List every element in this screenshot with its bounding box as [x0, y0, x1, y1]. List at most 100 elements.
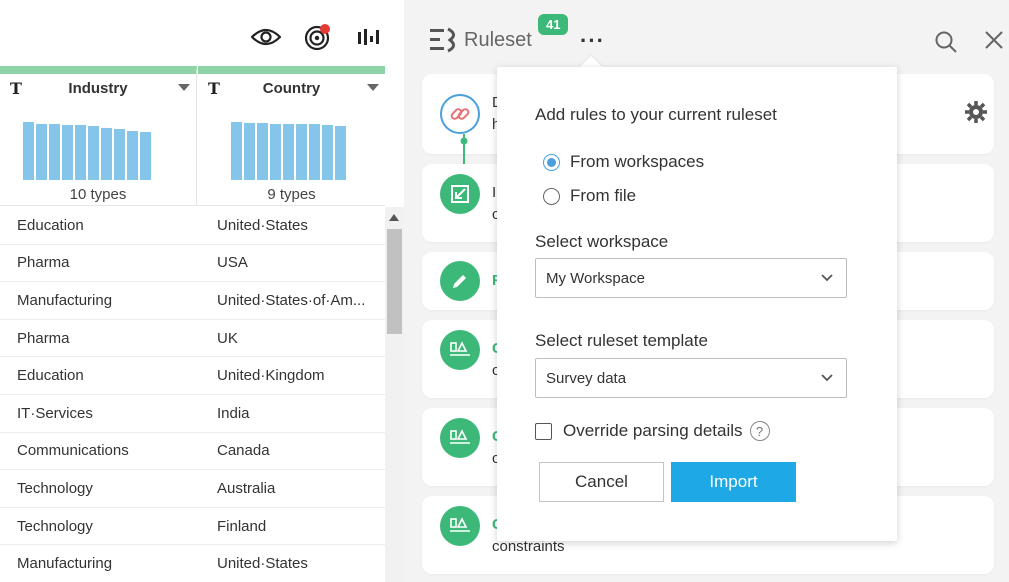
industry-cell[interactable]: Technology — [0, 518, 200, 535]
template-select[interactable]: Survey data — [535, 358, 847, 398]
histogram-bar[interactable] — [309, 124, 320, 180]
table-row[interactable]: Communications Canada — [0, 433, 385, 471]
data-grid-pane: T Industry 10 types T Country 9 types Ed… — [0, 0, 404, 582]
popup-heading: Add rules to your current ruleset — [535, 105, 777, 124]
radio-label: From workspaces — [570, 152, 705, 171]
histogram-bar[interactable] — [88, 126, 99, 180]
notification-dot — [320, 24, 330, 34]
column-histogram[interactable] — [231, 122, 346, 180]
table-row[interactable]: IT·Services India — [0, 395, 385, 433]
scroll-thumb[interactable] — [387, 229, 402, 334]
override-parsing-checkbox[interactable] — [535, 422, 552, 440]
table-row[interactable]: Education United·Kingdom — [0, 357, 385, 395]
gear-icon[interactable] — [964, 100, 988, 124]
caret-down-icon[interactable] — [178, 84, 190, 91]
country-cell[interactable]: India — [200, 405, 385, 422]
grid-toolbar — [250, 22, 386, 52]
column-name: Country — [262, 79, 321, 97]
waveform-icon[interactable] — [354, 22, 386, 52]
radio-from-workspaces[interactable]: From workspaces — [543, 152, 704, 172]
industry-cell[interactable]: Manufacturing — [0, 555, 200, 572]
histogram-bar[interactable] — [36, 123, 47, 180]
histogram-bar[interactable] — [101, 127, 112, 180]
histogram-bar[interactable] — [127, 130, 138, 180]
table-row[interactable]: Technology Australia — [0, 470, 385, 508]
histogram-bar[interactable] — [322, 124, 333, 180]
table-row[interactable]: Manufacturing United·States·of·Am... — [0, 282, 385, 320]
country-cell[interactable]: Australia — [200, 480, 385, 497]
histogram-bar[interactable] — [296, 124, 307, 180]
histogram-bar[interactable] — [23, 122, 34, 180]
close-icon[interactable] — [984, 30, 1004, 50]
ruleset-title: Ruleset — [464, 28, 532, 51]
data-rows: Education United·States Pharma USA Manufactu… — [0, 207, 385, 582]
histogram-bar[interactable] — [257, 123, 268, 180]
radio-button-selected[interactable] — [543, 153, 560, 171]
column-title-row: T Country — [198, 74, 385, 102]
target-icon[interactable] — [302, 22, 334, 52]
country-cell[interactable]: UK — [200, 330, 385, 347]
histogram-bar[interactable] — [270, 123, 281, 180]
import-button[interactable]: Import — [671, 462, 796, 502]
industry-cell[interactable]: Pharma — [0, 254, 200, 271]
table-row[interactable]: Pharma USA — [0, 245, 385, 283]
help-icon[interactable]: ? — [749, 421, 770, 441]
scroll-up-arrow-icon[interactable] — [389, 214, 399, 221]
radio-from-file[interactable]: From file — [543, 186, 636, 206]
country-cell[interactable]: USA — [200, 254, 385, 271]
ruleset-header: Ruleset 41 ··· — [428, 14, 604, 60]
constraint-icon — [440, 418, 480, 458]
text-type-icon: T — [208, 79, 220, 98]
radio-button[interactable] — [543, 187, 560, 205]
add-rules-popup: Add rules to your current ruleset From w… — [497, 67, 897, 541]
eye-icon[interactable] — [250, 22, 282, 52]
histogram-bar[interactable] — [140, 132, 151, 180]
workspace-label: Select workspace — [535, 232, 669, 251]
text-type-icon: T — [10, 79, 22, 98]
table-row[interactable]: Technology Finland — [0, 508, 385, 546]
override-parsing-label[interactable]: Override parsing details — [563, 421, 743, 441]
histogram-bar[interactable] — [75, 124, 86, 180]
template-label: Select ruleset template — [535, 331, 708, 350]
industry-cell[interactable]: IT·Services — [0, 405, 200, 422]
column-type-count: 10 types — [69, 186, 127, 203]
column-industry[interactable]: T Industry 10 types — [0, 66, 197, 206]
industry-cell[interactable]: Education — [0, 217, 200, 234]
constraint-icon — [440, 330, 480, 370]
more-options-button[interactable]: ··· — [580, 28, 605, 54]
histogram-bar[interactable] — [49, 123, 60, 180]
column-type-count: 9 types — [267, 186, 316, 203]
vertical-scrollbar[interactable] — [385, 207, 404, 582]
column-histogram[interactable] — [23, 122, 151, 180]
country-cell[interactable]: Canada — [200, 442, 385, 459]
histogram-bar[interactable] — [62, 124, 73, 180]
histogram-bar[interactable] — [244, 123, 255, 180]
table-row[interactable]: Manufacturing United·States — [0, 545, 385, 582]
override-parsing-row: Override parsing details ? — [535, 421, 770, 441]
table-row[interactable]: Pharma UK — [0, 320, 385, 358]
industry-cell[interactable]: Manufacturing — [0, 292, 200, 309]
column-country[interactable]: T Country 9 types — [198, 66, 385, 206]
industry-cell[interactable]: Pharma — [0, 330, 200, 347]
histogram-bar[interactable] — [283, 124, 294, 180]
country-cell[interactable]: United·Kingdom — [200, 367, 385, 384]
country-cell[interactable]: United·States — [200, 555, 385, 572]
industry-cell[interactable]: Communications — [0, 442, 200, 459]
pencil-icon — [440, 261, 480, 301]
country-cell[interactable]: United·States·of·Am... — [200, 292, 385, 309]
country-cell[interactable]: Finland — [200, 518, 385, 535]
country-cell[interactable]: United·States — [200, 217, 385, 234]
constraint-icon — [440, 506, 480, 546]
histogram-bar[interactable] — [335, 126, 346, 180]
caret-down-icon[interactable] — [367, 84, 379, 91]
workspace-select[interactable]: My Workspace — [535, 258, 847, 298]
industry-cell[interactable]: Technology — [0, 480, 200, 497]
radio-label: From file — [570, 186, 637, 205]
histogram-bar[interactable] — [231, 122, 242, 180]
table-row[interactable]: Education United·States — [0, 207, 385, 245]
industry-cell[interactable]: Education — [0, 367, 200, 384]
search-icon[interactable] — [934, 30, 958, 54]
chevron-down-icon — [821, 274, 833, 282]
cancel-button[interactable]: Cancel — [539, 462, 664, 502]
histogram-bar[interactable] — [114, 128, 125, 180]
